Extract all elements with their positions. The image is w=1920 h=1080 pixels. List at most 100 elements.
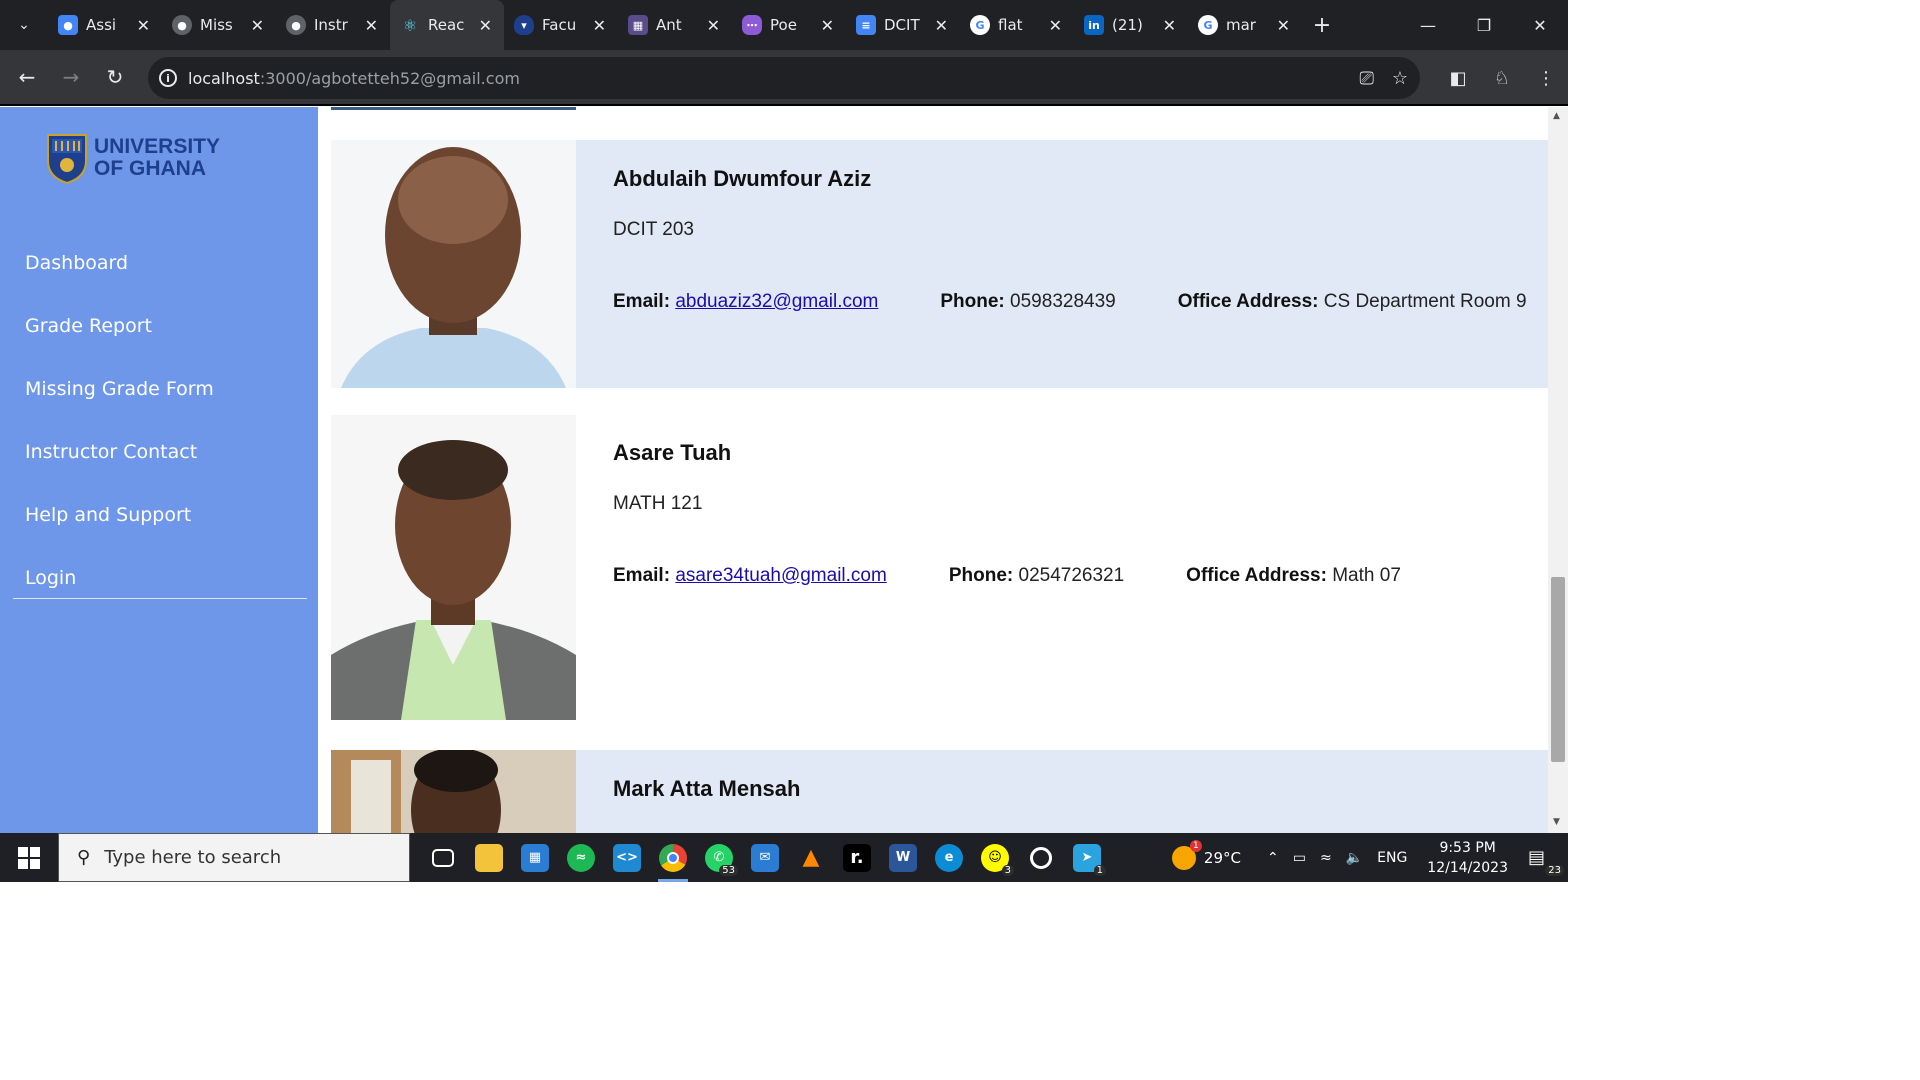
close-icon[interactable]: ✕: [593, 16, 606, 35]
reload-icon[interactable]: ↻: [93, 49, 137, 105]
restore-icon[interactable]: ❐: [1456, 0, 1512, 50]
office-field: Office Address: Math 07: [1186, 565, 1401, 587]
linkedin-icon: in: [1084, 15, 1104, 35]
office-value: Math 07: [1332, 565, 1401, 586]
tab-8[interactable]: Gflat ✕: [960, 0, 1074, 50]
university-logo[interactable]: UNIVERSITY OF GHANA: [46, 131, 220, 185]
sidebar-item-missing-grade-form[interactable]: Missing Grade Form: [25, 357, 214, 420]
close-icon[interactable]: ✕: [251, 16, 264, 35]
instructor-card: Abdulaih Dwumfour Aziz DCIT 203 Email: a…: [331, 140, 1548, 388]
weather-widget[interactable]: 1 29°C: [1171, 839, 1241, 870]
tab-6[interactable]: ⋯ Poe ✕: [732, 0, 846, 50]
task-view-icon[interactable]: [420, 833, 466, 882]
office-value: CS Department Room 9: [1323, 291, 1527, 312]
search-icon: ⚲: [77, 847, 91, 868]
weather-sun-icon: 1: [1171, 839, 1202, 870]
tab-label: DCIT: [884, 16, 920, 34]
tab-5[interactable]: ▦ Ant ✕: [618, 0, 732, 50]
sidebar-item-grade-report[interactable]: Grade Report: [25, 294, 214, 357]
install-app-icon[interactable]: ⎚: [1359, 68, 1373, 89]
url-path: :3000/agbotetteh52@gmail.com: [259, 68, 520, 88]
chrome-icon[interactable]: [650, 833, 696, 882]
microsoft-store-icon[interactable]: ▦: [512, 833, 558, 882]
close-icon[interactable]: ✕: [479, 16, 492, 35]
replit-icon[interactable]: r.: [834, 833, 880, 882]
previous-instructor-photo: [331, 107, 576, 110]
close-icon[interactable]: ✕: [935, 16, 948, 35]
tab-4[interactable]: ▾ Facu ✕: [504, 0, 618, 50]
kebab-menu-icon[interactable]: ⋮: [1524, 68, 1568, 89]
close-icon[interactable]: ✕: [1277, 16, 1290, 35]
close-icon[interactable]: ✕: [1049, 16, 1062, 35]
close-icon[interactable]: ✕: [821, 16, 834, 35]
globe-icon: ●: [286, 15, 306, 35]
forward-arrow-icon[interactable]: →: [49, 49, 93, 105]
clock[interactable]: 9:53 PM 12/14/2023: [1427, 838, 1508, 878]
tab-3-active[interactable]: ⚛ Reac ✕: [390, 0, 504, 50]
new-tab-plus-icon[interactable]: +: [1302, 13, 1342, 38]
scrollbar-thumb[interactable]: [1551, 577, 1565, 762]
instructor-photo: [331, 750, 576, 833]
classroom-icon: ●: [58, 15, 78, 35]
address-bar[interactable]: i localhost:3000/agbotetteh52@gmail.com …: [148, 57, 1420, 99]
ug-icon: ▾: [514, 15, 534, 35]
vscode-icon[interactable]: <>: [604, 833, 650, 882]
sidebar-item-dashboard[interactable]: Dashboard: [25, 231, 214, 294]
whatsapp-icon[interactable]: ✆ 53: [696, 833, 742, 882]
tab-9[interactable]: in (21) ✕: [1074, 0, 1188, 50]
taskbar-search-input[interactable]: ⚲ Type here to search: [58, 833, 410, 882]
close-icon[interactable]: ✕: [1163, 16, 1176, 35]
spotify-icon[interactable]: ≈: [558, 833, 604, 882]
email-link[interactable]: asare34tuah@gmail.com: [675, 565, 887, 586]
tab-0[interactable]: ● Assi ✕: [48, 0, 162, 50]
portrait-image: [331, 415, 576, 720]
snapchat-icon[interactable]: ☺ 3: [972, 833, 1018, 882]
word-icon[interactable]: W: [880, 833, 926, 882]
close-icon[interactable]: ✕: [365, 16, 378, 35]
language-indicator[interactable]: ENG: [1377, 850, 1407, 866]
phone-label: Phone:: [948, 565, 1014, 586]
tab-7[interactable]: ≡ DCIT ✕: [846, 0, 960, 50]
battery-icon[interactable]: ▭: [1293, 850, 1306, 866]
side-panel-icon[interactable]: ◧: [1436, 68, 1480, 89]
back-arrow-icon[interactable]: ←: [5, 49, 49, 105]
notification-center-icon[interactable]: ▤ 23: [1528, 847, 1568, 876]
close-window-icon[interactable]: ✕: [1512, 0, 1568, 50]
tab-1[interactable]: ● Miss ✕: [162, 0, 276, 50]
globe-icon: ●: [172, 15, 192, 35]
office-label: Office Address:: [1186, 565, 1327, 586]
instructor-card: Asare Tuah MATH 121 Email: asare34tuah@g…: [331, 415, 1548, 720]
tab-10[interactable]: Gmar ✕: [1188, 0, 1302, 50]
site-info-icon[interactable]: i: [148, 69, 188, 87]
tab-search-chevron-icon[interactable]: ⌄: [0, 0, 48, 50]
vlc-icon[interactable]: ▲: [788, 833, 834, 882]
sidebar-item-help-and-support[interactable]: Help and Support: [25, 483, 214, 546]
close-icon[interactable]: ✕: [707, 16, 720, 35]
minimize-icon[interactable]: —: [1400, 0, 1456, 50]
sidebar-item-login[interactable]: Login: [25, 546, 214, 609]
edge-icon[interactable]: e: [926, 833, 972, 882]
telegram-icon[interactable]: ➤ 1: [1064, 833, 1110, 882]
wifi-icon[interactable]: ≈: [1320, 850, 1332, 866]
profile-avatar-icon[interactable]: ♘: [1480, 68, 1524, 89]
volume-icon[interactable]: 🔈: [1346, 850, 1363, 866]
windows-start-icon[interactable]: [0, 833, 58, 882]
page-scrollbar[interactable]: ▲ ▼: [1548, 107, 1568, 833]
close-icon[interactable]: ✕: [137, 16, 150, 35]
office-label: Office Address:: [1177, 291, 1319, 312]
tab-2[interactable]: ● Instr ✕: [276, 0, 390, 50]
instructor-info: Asare Tuah MATH 121 Email: asare34tuah@g…: [576, 415, 1548, 720]
mail-icon[interactable]: ✉: [742, 833, 788, 882]
circle-app-icon[interactable]: [1018, 833, 1064, 882]
file-explorer-icon[interactable]: [466, 833, 512, 882]
browser-tab-strip: ⌄ ● Assi ✕ ● Miss ✕ ● Instr ✕ ⚛ Reac ✕ ▾ Facu ✕ ▦ A…: [0, 0, 1568, 50]
show-hidden-icons-chevron-icon[interactable]: ⌃: [1267, 850, 1279, 866]
email-link[interactable]: abduaziz32@gmail.com: [675, 291, 878, 312]
scroll-up-icon[interactable]: ▲: [1553, 111, 1560, 121]
bookmark-star-icon[interactable]: ☆: [1392, 68, 1408, 89]
sidebar-item-instructor-contact[interactable]: Instructor Contact: [25, 420, 214, 483]
phone-label: Phone:: [940, 291, 1005, 312]
react-icon: ⚛: [402, 15, 418, 35]
app-badge: 3: [1001, 865, 1014, 876]
scroll-down-icon[interactable]: ▼: [1553, 817, 1560, 827]
